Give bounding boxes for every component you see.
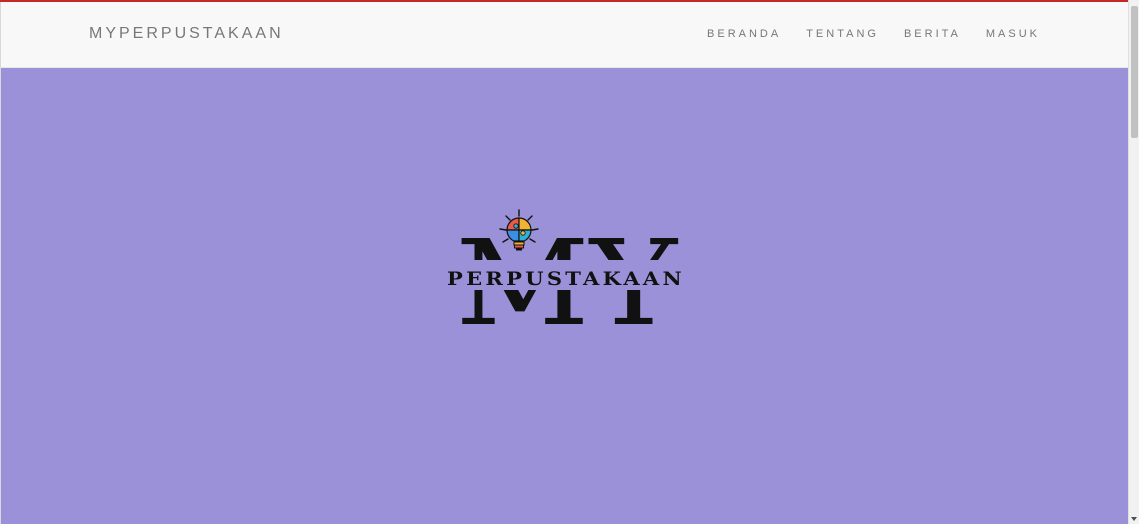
logo-small-text: PERPUSTAKAAN xyxy=(447,268,685,290)
navbar: MYPERPUSTAKAAN BERANDA TENTANG BERITA MA… xyxy=(0,2,1128,68)
nav-link-masuk[interactable]: MASUK xyxy=(986,28,1040,40)
scroll-down-arrow-icon[interactable] xyxy=(1131,517,1137,521)
page-scrollbar[interactable] xyxy=(1128,0,1139,524)
site-logo: MY PERPUSTAKAAN xyxy=(445,209,687,328)
hero-section: MY PERPUSTAKAAN xyxy=(0,68,1128,524)
nav-link-berita[interactable]: BERITA xyxy=(904,28,961,40)
brand-link[interactable]: MYPERPUSTAKAAN xyxy=(89,25,284,43)
scrollbar-thumb[interactable] xyxy=(1131,6,1138,138)
nav-link-beranda[interactable]: BERANDA xyxy=(707,28,781,40)
nav-links: BERANDA TENTANG BERITA MASUK xyxy=(707,28,1040,40)
nav-link-tentang[interactable]: TENTANG xyxy=(806,28,879,40)
